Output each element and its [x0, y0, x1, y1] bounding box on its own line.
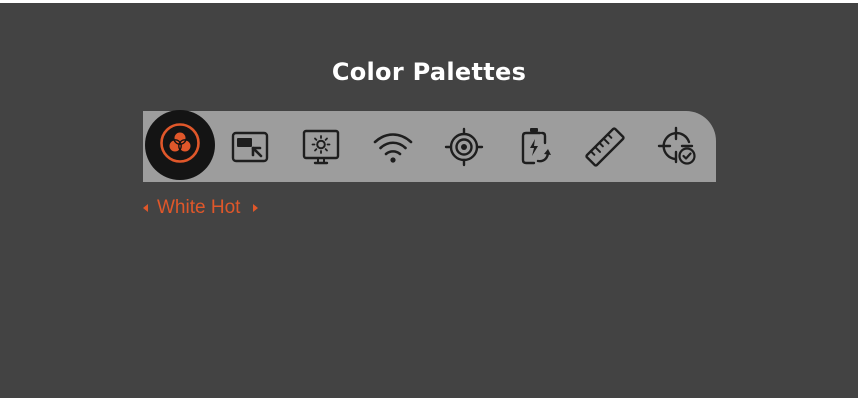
- battery-button[interactable]: [502, 111, 566, 182]
- pip-button[interactable]: [218, 111, 282, 182]
- color-palettes-icon: [158, 121, 202, 169]
- crosshair-confirm-icon: [656, 125, 700, 169]
- picture-in-picture-icon: [230, 129, 270, 165]
- display-brightness-icon: [301, 128, 341, 166]
- color-palettes-button[interactable]: [145, 110, 215, 180]
- top-edge-strip: [0, 0, 858, 3]
- menu-title: Color Palettes: [331, 58, 527, 86]
- palette-selector: White Hot: [143, 196, 259, 220]
- ruler-button[interactable]: [573, 111, 637, 182]
- display-button[interactable]: [289, 111, 353, 182]
- battery-charging-icon: [514, 125, 554, 169]
- palette-value: White Hot: [157, 197, 241, 218]
- wifi-button[interactable]: [361, 111, 425, 182]
- arrow-left-icon[interactable]: [143, 204, 148, 212]
- ruler-icon: [583, 125, 627, 169]
- wifi-icon: [371, 129, 415, 165]
- target-tracking-icon: [443, 126, 485, 168]
- arrow-right-icon[interactable]: [253, 204, 259, 212]
- crosshair-button[interactable]: [646, 111, 710, 182]
- target-tracking-button[interactable]: [432, 111, 496, 182]
- toolbar: [143, 111, 716, 182]
